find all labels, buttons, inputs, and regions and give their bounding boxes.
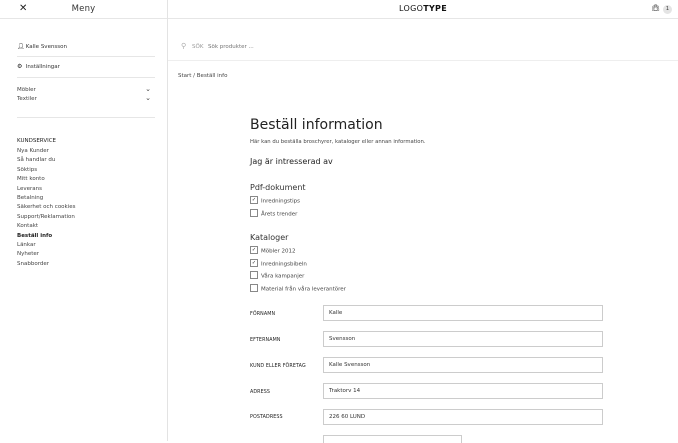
checkbox-empty-icon[interactable]	[250, 209, 258, 217]
next-field-partial[interactable]	[323, 435, 462, 443]
category-label: Möbler	[17, 87, 36, 93]
menu-header: ✕ Meny	[0, 0, 167, 19]
form-label-postadress: POSTADRESS	[250, 415, 283, 420]
cart-count-badge: 1	[663, 5, 672, 14]
divider	[17, 56, 155, 57]
cs-link-sa-handlar-du[interactable]: Så handlar du	[17, 156, 76, 165]
cs-link-mitt-konto[interactable]: Mitt konto	[17, 175, 76, 184]
checkbox-arets-trender[interactable]: Årets trender	[250, 209, 298, 218]
form-label-kund-foretag: KUND ELLER FÖRETAG	[250, 364, 306, 369]
catalog-heading: Kataloger	[250, 233, 289, 242]
customer-service-heading: KUNDSERVICE	[17, 138, 57, 144]
page-title: Beställ information	[250, 117, 383, 133]
field-value: Kalle Svensson	[329, 362, 371, 368]
search-label: SÖK	[192, 44, 204, 50]
checkbox-empty-icon[interactable]	[250, 284, 258, 292]
checkbox-label: Årets trender	[261, 211, 298, 218]
intro-text: Här kan du beställa broschyrer, kataloge…	[250, 139, 426, 145]
settings-link[interactable]: ⚙︎ Inställningar	[17, 63, 60, 70]
checkbox-vara-kampanjer[interactable]: Våra kampanjer	[250, 271, 305, 280]
efternamn-field[interactable]: Svensson	[323, 331, 603, 347]
checkbox-label: Inredningstips	[261, 198, 301, 205]
divider	[17, 77, 155, 78]
customer-service-list: Nya Kunder Så handlar du Söktips Mitt ko…	[17, 147, 76, 269]
cs-link-leverans[interactable]: Leverans	[17, 185, 76, 194]
checkbox-inredningsbibeln[interactable]: ✓ Inredningsbibeln	[250, 259, 307, 268]
cs-link-lankar[interactable]: Länkar	[17, 241, 76, 250]
chevron-down-icon: ⌄	[145, 94, 151, 102]
adress-field[interactable]: Traktorv 14	[323, 383, 603, 399]
cs-link-support[interactable]: Support/Reklamation	[17, 213, 76, 222]
cs-link-snabborder[interactable]: Snabborder	[17, 260, 76, 269]
sidebar-menu: ✕ Meny 👤︎ Kalle Svensson ⚙︎ Inställninga…	[0, 0, 168, 441]
checkbox-material-leverantorer[interactable]: Material från våra leverantörer	[250, 284, 346, 293]
checkbox-label: Material från våra leverantörer	[261, 286, 346, 293]
category-item-textiler[interactable]: Textiler ⌄	[17, 94, 155, 102]
logo-light: LOGO	[399, 4, 424, 13]
form-label-adress: ADRESS	[250, 390, 271, 395]
field-value: 226 60 LUND	[329, 414, 366, 420]
top-bar: LOGOTYPE 👜︎ 1	[168, 0, 678, 19]
cs-link-sakerhet[interactable]: Säkerhet och cookies	[17, 203, 76, 212]
category-item-mobler[interactable]: Möbler ⌄	[17, 85, 155, 93]
settings-label: Inställningar	[25, 64, 60, 70]
checkbox-empty-icon[interactable]	[250, 271, 258, 279]
field-value: Svensson	[329, 336, 356, 342]
category-label: Textiler	[17, 96, 37, 102]
chevron-down-icon: ⌄	[145, 85, 151, 93]
pdf-heading: Pdf-dokument	[250, 183, 306, 192]
form-label-fornamn: FÖRNAMN	[250, 312, 276, 317]
user-icon: 👤︎	[17, 43, 25, 50]
form-label-efternamn: EFTERNAMN	[250, 338, 281, 343]
cs-link-kontakt[interactable]: Kontakt	[17, 222, 76, 231]
search-bar: ⚲ SÖK	[168, 38, 678, 61]
search-input[interactable]	[208, 41, 408, 53]
menu-title: Meny	[71, 4, 96, 14]
postadress-field[interactable]: 226 60 LUND	[323, 409, 603, 425]
checkbox-mobler-2012[interactable]: ✓ Möbler 2012	[250, 246, 296, 255]
interest-heading: Jag är intresserad av	[250, 157, 333, 166]
cs-link-soktips[interactable]: Söktips	[17, 166, 76, 175]
cs-link-nya-kunder[interactable]: Nya Kunder	[17, 147, 76, 156]
checkbox-inredningstips[interactable]: ✓ Inredningstips	[250, 196, 301, 205]
cart-button[interactable]: 👜︎ 1	[651, 4, 672, 14]
checkbox-label: Våra kampanjer	[261, 273, 305, 280]
cs-link-betalning[interactable]: Betalning	[17, 194, 76, 203]
search-icon: ⚲	[181, 42, 187, 50]
fornamn-field[interactable]: Kalle	[323, 305, 603, 321]
checkbox-checked-icon[interactable]: ✓	[250, 196, 258, 204]
checkbox-label: Möbler 2012	[261, 248, 296, 255]
breadcrumb: Start / Beställ info	[178, 73, 228, 79]
divider	[17, 117, 155, 118]
kund-foretag-field[interactable]: Kalle Svensson	[323, 357, 603, 373]
user-name: Kalle Svensson	[25, 44, 68, 50]
checkbox-label: Inredningsbibeln	[261, 261, 307, 268]
logo[interactable]: LOGOTYPE	[168, 4, 678, 13]
settings-icon: ⚙︎	[17, 63, 23, 70]
logo-bold: TYPE	[423, 4, 447, 13]
cs-link-nyheter[interactable]: Nyheter	[17, 250, 76, 259]
shopping-bag-icon: 👜︎	[651, 4, 660, 12]
field-value: Traktorv 14	[329, 388, 361, 394]
cs-link-bestall-info[interactable]: Beställ info	[17, 232, 76, 241]
checkbox-checked-icon[interactable]: ✓	[250, 259, 258, 267]
checkbox-checked-icon[interactable]: ✓	[250, 246, 258, 254]
field-value: Kalle	[329, 310, 343, 316]
user-link[interactable]: 👤︎ Kalle Svensson	[17, 43, 67, 50]
